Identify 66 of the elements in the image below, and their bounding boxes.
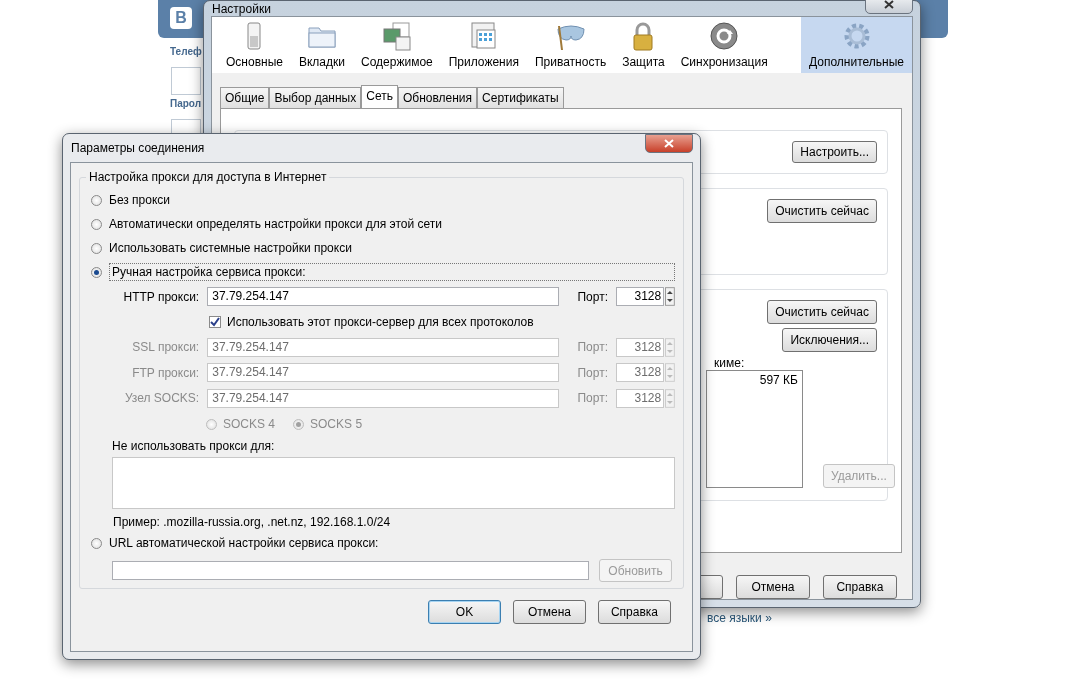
close-button[interactable] bbox=[645, 134, 693, 153]
radio-label[interactable]: Ручная настройка сервиса прокси: bbox=[109, 263, 675, 281]
radio-label[interactable]: Автоматически определять настройки прокси для этой сети bbox=[109, 217, 442, 231]
port-label: Порт: bbox=[576, 365, 609, 380]
languages-link[interactable]: все языки » bbox=[707, 611, 772, 625]
category-tab[interactable]: Защита bbox=[614, 17, 673, 73]
no-proxy-field[interactable] bbox=[112, 457, 675, 509]
spinner-icon[interactable] bbox=[665, 287, 675, 307]
proxy-address-field[interactable]: 37.79.254.147 bbox=[207, 287, 559, 307]
category-tab[interactable]: Содержимое bbox=[352, 17, 441, 73]
password-label: Парол bbox=[170, 98, 202, 109]
category-tab[interactable]: Основные bbox=[218, 17, 291, 73]
radio-button[interactable] bbox=[91, 218, 102, 230]
checkbox-label[interactable]: Использовать этот прокси-сервер для всех протоколов bbox=[227, 315, 534, 329]
port-label: Порт: bbox=[576, 340, 609, 355]
phone-label: Телеф bbox=[170, 46, 202, 57]
configure-button[interactable]: Настроить... bbox=[792, 141, 877, 163]
close-icon bbox=[884, 0, 894, 9]
close-icon bbox=[664, 139, 674, 148]
clear-now-button[interactable]: Очистить сейчас bbox=[767, 300, 877, 324]
field-label: HTTP прокси: bbox=[122, 289, 201, 304]
radio-button[interactable] bbox=[91, 194, 102, 206]
category-icon bbox=[380, 20, 413, 52]
field-label: FTP прокси: bbox=[131, 365, 201, 380]
window-title: Настройки bbox=[211, 1, 271, 16]
dialog-button[interactable]: OK bbox=[428, 600, 501, 624]
category-tab[interactable]: Вкладки bbox=[290, 17, 353, 73]
radio-button[interactable] bbox=[91, 242, 102, 254]
tab[interactable]: Сеть bbox=[361, 85, 398, 108]
size-text: 597 КБ bbox=[759, 373, 798, 387]
category-icon bbox=[708, 20, 741, 52]
radio-button[interactable] bbox=[91, 266, 102, 278]
category-tab[interactable]: Дополнительные bbox=[801, 17, 912, 73]
port-label: Порт: bbox=[576, 289, 609, 304]
category-tab[interactable]: Приложения bbox=[440, 17, 527, 73]
port-field[interactable]: 3128 bbox=[616, 287, 665, 307]
port-label: Порт: bbox=[576, 391, 609, 406]
category-tab[interactable]: Приватность bbox=[526, 17, 615, 73]
exceptions-button[interactable]: Исключения... bbox=[782, 328, 877, 352]
dialog-button[interactable]: Справка bbox=[598, 600, 671, 624]
offline-label: киме: bbox=[714, 356, 746, 370]
tab[interactable]: Общие bbox=[220, 87, 270, 108]
radio-label[interactable]: Без прокси bbox=[109, 193, 171, 207]
clear-now-button[interactable]: Очистить сейчас bbox=[767, 199, 877, 223]
checkbox[interactable] bbox=[209, 316, 221, 328]
radio-label[interactable]: Использовать системные настройки прокси bbox=[109, 241, 352, 255]
field-label: Узел SOCKS: bbox=[123, 391, 201, 406]
footer-button[interactable]: Справка bbox=[823, 575, 897, 599]
field-label: SSL прокси: bbox=[131, 340, 201, 355]
window-title: Параметры соединения bbox=[70, 141, 205, 155]
tab[interactable]: Сертификаты bbox=[477, 87, 564, 108]
dialog-button[interactable]: Отмена bbox=[513, 600, 586, 624]
tab[interactable]: Обновления bbox=[397, 87, 478, 108]
radio-button[interactable] bbox=[91, 537, 102, 549]
url-field[interactable] bbox=[112, 561, 589, 580]
radio-label[interactable]: URL автоматической настройки сервиса прокси: bbox=[109, 536, 379, 550]
example-text: Пример: .mozilla-russia.org, .net.nz, 192.168.1.0/24 bbox=[112, 514, 392, 531]
close-button[interactable] bbox=[865, 0, 913, 14]
tab[interactable]: Выбор данных bbox=[269, 87, 362, 108]
group-title: Настройка прокси для доступа в Интернет bbox=[86, 170, 330, 184]
no-proxy-label: Не использовать прокси для: bbox=[111, 438, 276, 455]
check-icon bbox=[210, 317, 220, 327]
phone-field[interactable] bbox=[171, 67, 201, 95]
footer-button[interactable]: Отмена bbox=[736, 575, 810, 599]
category-tab[interactable]: Синхронизация bbox=[672, 17, 776, 73]
site-logo[interactable]: В bbox=[170, 7, 192, 29]
